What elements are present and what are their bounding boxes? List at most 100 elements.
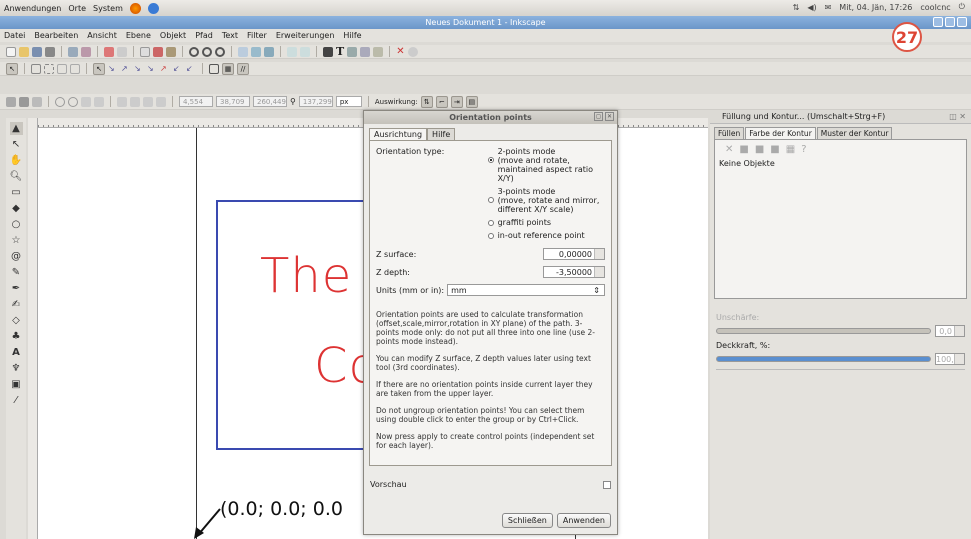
rect-tool-icon[interactable]: ▭: [10, 186, 23, 199]
radial-gradient-icon[interactable]: ■: [770, 144, 779, 155]
radio-2points[interactable]: 2-points mode (move and rotate, maintain…: [487, 147, 605, 183]
radio-inout-indicator[interactable]: [487, 232, 494, 239]
snap-grid-icon[interactable]: ▦: [222, 62, 234, 75]
select-all-layers-icon[interactable]: [19, 96, 29, 107]
tab-hilfe[interactable]: Hilfe: [427, 128, 456, 140]
open-icon[interactable]: [19, 46, 29, 57]
lower-icon[interactable]: [143, 96, 153, 107]
snap-cusp-icon[interactable]: ↘: [134, 64, 144, 74]
z-depth-input[interactable]: -3,50000: [543, 266, 605, 278]
orientation-arrow[interactable]: [192, 505, 226, 539]
deselect-icon[interactable]: [32, 96, 42, 107]
y-field[interactable]: 38,709: [216, 96, 250, 107]
snap-nodes-icon[interactable]: ↖: [93, 62, 105, 75]
select-all-icon[interactable]: [6, 96, 16, 107]
pattern-icon[interactable]: ▦: [786, 144, 795, 155]
unset-paint-icon[interactable]: ?: [801, 144, 806, 155]
preview-checkbox[interactable]: [603, 480, 611, 489]
opacity-input[interactable]: 100,0: [935, 353, 965, 365]
copy-icon[interactable]: [140, 46, 150, 57]
unlink-clone-icon[interactable]: [264, 46, 274, 57]
text-tool-icon[interactable]: A: [10, 346, 23, 359]
text-font-icon[interactable]: T: [336, 45, 344, 58]
maximize-button[interactable]: [945, 17, 955, 27]
dialog-titlebar[interactable]: Orientation points ◻ ✕: [364, 111, 617, 124]
minimize-button[interactable]: [933, 17, 943, 27]
system-menu[interactable]: System: [93, 4, 123, 13]
snap-smooth-icon[interactable]: ↘: [147, 64, 157, 74]
tab-ausrichtung[interactable]: Ausrichtung: [369, 128, 428, 140]
snap-page-icon[interactable]: [209, 63, 219, 74]
snap-intersections-icon[interactable]: ↗: [121, 64, 131, 74]
power-icon[interactable]: ⏻: [959, 2, 965, 12]
pen-tool-icon[interactable]: ✒: [10, 282, 23, 295]
redo-icon[interactable]: [117, 46, 127, 57]
fill-stroke-icon[interactable]: [323, 46, 333, 57]
print-icon[interactable]: [45, 46, 55, 57]
apply-button[interactable]: Anwenden: [556, 513, 611, 528]
radio-2points-indicator[interactable]: [487, 157, 494, 163]
units-select[interactable]: mm ⇕: [447, 284, 605, 296]
xml-editor-icon[interactable]: [347, 46, 358, 57]
cut-icon[interactable]: [153, 46, 163, 57]
blur-slider[interactable]: [716, 328, 931, 334]
dialog-iconify-button[interactable]: ◻: [594, 112, 603, 121]
z-surface-input[interactable]: 0,00000: [543, 248, 605, 260]
menu-text[interactable]: Text: [222, 31, 238, 40]
scale-corners-icon[interactable]: ⌐: [435, 95, 448, 108]
snap-center-icon[interactable]: ↙: [173, 64, 183, 74]
close-doc-icon[interactable]: ✕: [396, 46, 404, 57]
calligraphy-tool-icon[interactable]: ✍: [10, 298, 23, 311]
tab-fill[interactable]: Füllen: [714, 127, 745, 139]
spiral-tool-icon[interactable]: @: [10, 250, 23, 263]
import-icon[interactable]: [68, 46, 78, 57]
clone-icon[interactable]: [251, 46, 261, 57]
snap-midpoints-icon[interactable]: [70, 63, 80, 74]
volume-icon[interactable]: ◀): [807, 3, 816, 12]
apps-menu[interactable]: Anwendungen: [4, 4, 61, 13]
star-tool-icon[interactable]: ☆: [10, 234, 23, 247]
eraser-tool-icon[interactable]: ◇: [10, 314, 23, 327]
snap-paths-icon[interactable]: ↘: [108, 64, 118, 74]
mail-icon[interactable]: ✉: [825, 3, 832, 12]
menu-hilfe[interactable]: Hilfe: [343, 31, 361, 40]
panel-header[interactable]: Füllung und Kontur... (Umschalt+Strg+F) …: [710, 110, 971, 124]
align-icon[interactable]: [360, 46, 371, 57]
snap-corners-icon[interactable]: [57, 63, 67, 74]
menu-objekt[interactable]: Objekt: [160, 31, 186, 40]
group-icon[interactable]: [287, 46, 297, 57]
dialog-close-icon[interactable]: ✕: [605, 112, 614, 121]
tab-stroke-style[interactable]: Muster der Kontur: [816, 127, 893, 139]
save-icon[interactable]: [32, 46, 42, 57]
duplicate-icon[interactable]: [238, 46, 248, 57]
selector-tool-icon[interactable]: ▲: [9, 122, 23, 135]
transform-pattern-icon[interactable]: ▤: [465, 95, 478, 108]
zoom-drawing-icon[interactable]: [202, 46, 212, 57]
clock[interactable]: Mit, 04. Jän, 17:26: [839, 3, 912, 12]
dropper-tool-icon[interactable]: ⁄: [10, 394, 23, 407]
flip-h-icon[interactable]: [81, 96, 91, 107]
lower-bottom-icon[interactable]: [156, 96, 166, 107]
preferences-icon[interactable]: [373, 46, 384, 57]
user-menu[interactable]: coolcnc: [920, 3, 950, 12]
new-icon[interactable]: [6, 46, 16, 57]
firefox-icon[interactable]: [129, 2, 141, 14]
blur-input[interactable]: 0,0: [935, 325, 965, 337]
radio-graffiti[interactable]: graffiti points: [487, 218, 605, 227]
snap-rotation-icon[interactable]: ↙: [186, 64, 196, 74]
radio-graffiti-indicator[interactable]: [487, 219, 494, 226]
lock-ratio-icon[interactable]: ⚲: [290, 97, 296, 106]
undo-icon[interactable]: [104, 46, 114, 57]
snap-midpoint-icon[interactable]: ↗: [160, 64, 170, 74]
pencil-tool-icon[interactable]: ✎: [10, 266, 23, 279]
menu-ebene[interactable]: Ebene: [126, 31, 151, 40]
scale-stroke-icon[interactable]: ⇅: [420, 95, 433, 108]
gradient-tool-icon[interactable]: ▣: [10, 378, 23, 391]
menu-pfad[interactable]: Pfad: [195, 31, 213, 40]
ellipse-tool-icon[interactable]: ○: [10, 218, 23, 231]
places-menu[interactable]: Orte: [68, 4, 86, 13]
close-window-button[interactable]: [957, 17, 967, 27]
orientation-point-label[interactable]: (0.0; 0.0; 0.0: [220, 498, 343, 520]
no-paint-icon[interactable]: ✕: [725, 144, 733, 155]
ungroup-icon[interactable]: [300, 46, 310, 57]
